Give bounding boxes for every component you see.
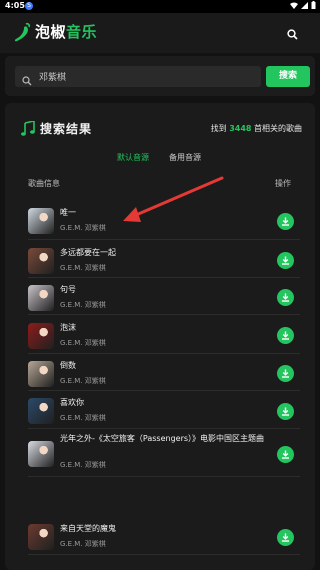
song-title: 多远都要在一起	[60, 248, 116, 257]
download-icon	[282, 533, 289, 542]
song-title: 倒数	[60, 361, 76, 370]
download-button[interactable]	[277, 252, 294, 269]
search-icon[interactable]	[287, 25, 298, 44]
column-header-info: 歌曲信息	[28, 179, 60, 188]
tab-default-source[interactable]: 默认音源	[117, 152, 149, 163]
album-cover	[28, 285, 54, 311]
album-cover	[28, 248, 54, 274]
download-icon	[282, 407, 289, 416]
download-icon	[282, 450, 289, 459]
download-button[interactable]	[277, 213, 294, 230]
song-row[interactable]: 光年之外-《太空旅客（Passengers）》电影中国区主题曲 G.E.M. 邓紫…	[28, 431, 300, 477]
download-icon	[282, 293, 289, 302]
search-button[interactable]: 搜索	[266, 66, 310, 87]
tab-backup-source[interactable]: 备用音源	[169, 152, 201, 163]
song-title: 光年之外-《太空旅客（Passengers）》电影中国区主题曲	[60, 434, 265, 443]
song-title: 泡沫	[60, 323, 76, 332]
system-icons	[290, 1, 316, 9]
song-row[interactable]: 倒数 G.E.M. 邓紫棋	[28, 356, 300, 391]
search-input[interactable]: 邓紫棋	[15, 66, 261, 87]
download-button[interactable]	[277, 289, 294, 306]
song-title: 句号	[60, 285, 76, 294]
search-input-value: 邓紫棋	[39, 73, 67, 83]
search-card: 邓紫棋 搜索	[5, 56, 315, 96]
song-artist: G.E.M. 邓紫棋	[60, 414, 106, 422]
song-row[interactable]: 句号 G.E.M. 邓紫棋	[28, 280, 300, 315]
wifi-icon	[290, 2, 298, 9]
album-cover	[28, 208, 54, 234]
app-bar: 泡椒音乐	[0, 13, 320, 53]
song-row[interactable]: 唯一 G.E.M. 邓紫棋	[28, 202, 300, 240]
song-artist: G.E.M. 邓紫棋	[60, 461, 106, 469]
music-note-icon	[21, 121, 35, 136]
download-icon	[282, 331, 289, 340]
album-cover	[28, 398, 54, 424]
song-row[interactable]: 喜欢你 G.E.M. 邓紫棋	[28, 393, 300, 429]
results-card: 搜索结果 找到 3448 首相关的歌曲 默认音源 备用音源 歌曲信息 操作 唯一…	[5, 103, 315, 570]
status-time: 4:05	[5, 1, 25, 10]
album-cover	[28, 441, 54, 467]
download-button[interactable]	[277, 529, 294, 546]
song-row[interactable]: 泡沫 G.E.M. 邓紫棋	[28, 317, 300, 354]
app-title: 泡椒音乐	[35, 23, 98, 41]
song-title: 来自天堂的魔鬼	[60, 524, 116, 533]
results-count-number: 3448	[229, 124, 252, 133]
album-cover	[28, 524, 54, 550]
notification-icon: S	[25, 2, 33, 10]
song-artist: G.E.M. 邓紫棋	[60, 301, 106, 309]
album-cover	[28, 323, 54, 349]
song-artist: G.E.M. 邓紫棋	[60, 540, 106, 548]
song-row[interactable]: 多远都要在一起 G.E.M. 邓紫棋	[28, 243, 300, 278]
results-header: 搜索结果	[21, 120, 92, 137]
song-artist: G.E.M. 邓紫棋	[60, 377, 106, 385]
download-button[interactable]	[277, 327, 294, 344]
search-icon	[22, 71, 32, 90]
results-count: 找到 3448 首相关的歌曲	[210, 124, 302, 133]
song-title: 唯一	[60, 208, 76, 217]
song-artist: G.E.M. 邓紫棋	[60, 224, 106, 232]
song-artist: G.E.M. 邓紫棋	[60, 339, 106, 347]
download-button[interactable]	[277, 403, 294, 420]
chili-pepper-icon	[14, 22, 31, 41]
song-title: 喜欢你	[60, 398, 84, 407]
song-artist: G.E.M. 邓紫棋	[60, 264, 106, 272]
signal-icon	[301, 1, 308, 9]
download-icon	[282, 369, 289, 378]
album-cover	[28, 361, 54, 387]
status-bar: 4:05 S	[0, 0, 320, 13]
download-icon	[282, 217, 289, 226]
download-icon	[282, 256, 289, 265]
column-header-action: 操作	[275, 179, 291, 188]
song-row[interactable]: 来自天堂的魔鬼 G.E.M. 邓紫棋	[28, 519, 300, 555]
download-button[interactable]	[277, 365, 294, 382]
battery-icon	[311, 1, 316, 9]
results-title: 搜索结果	[40, 122, 93, 136]
download-button[interactable]	[277, 446, 294, 463]
app-logo[interactable]: 泡椒音乐	[13, 21, 97, 42]
